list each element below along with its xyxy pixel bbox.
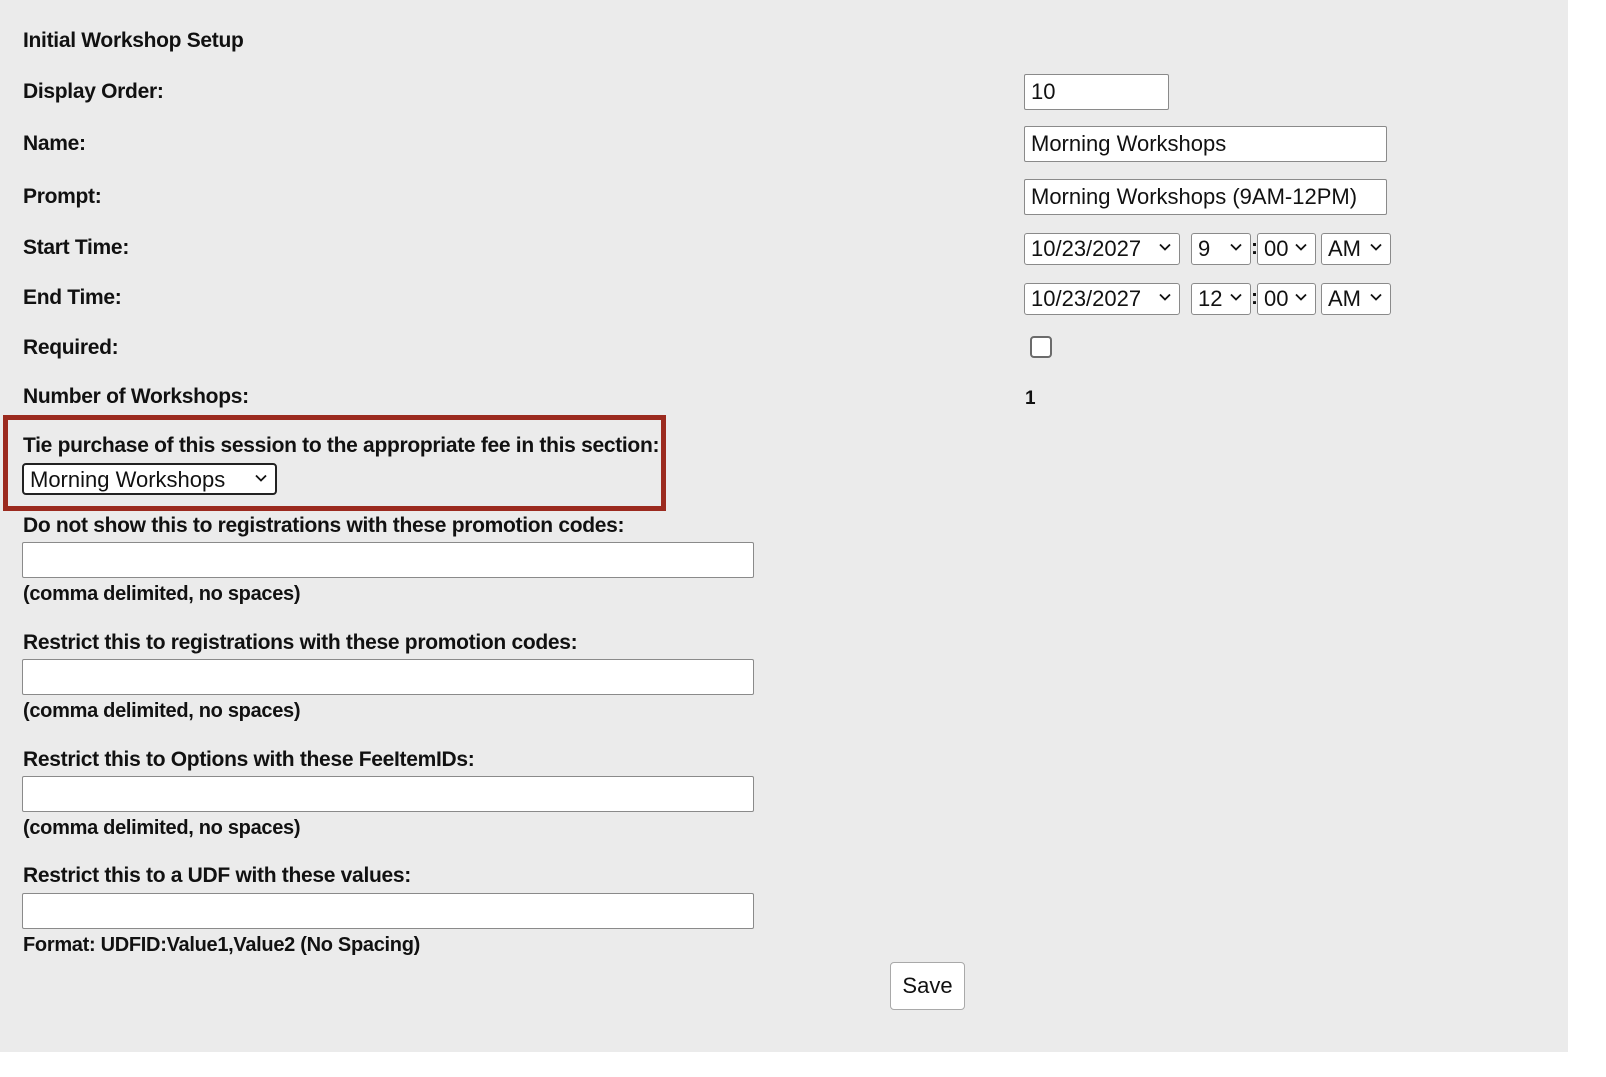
restrict-feeitems-hint: (comma delimited, no spaces) [23,817,301,839]
prompt-input[interactable] [1024,179,1387,215]
exclude-promo-hint: (comma delimited, no spaces) [23,583,301,605]
tie-purchase-value: Morning Workshops [30,467,226,492]
tie-purchase-select[interactable]: Morning Workshops [22,463,277,495]
restrict-promo-input[interactable] [22,659,754,695]
chevron-down-icon [1370,241,1382,253]
restrict-promo-label: Restrict this to registrations with thes… [23,631,578,654]
end-hour-value: 12 [1198,286,1223,311]
save-button[interactable]: Save [890,962,965,1010]
start-date-select[interactable]: 10/23/2027 [1024,233,1180,265]
end-ampm-value: AM [1328,286,1361,311]
display-order-input[interactable] [1024,74,1169,110]
restrict-promo-hint: (comma delimited, no spaces) [23,700,301,722]
start-date-value: 10/23/2027 [1031,236,1142,261]
restrict-feeitems-input[interactable] [22,776,754,812]
chevron-down-icon [1159,241,1171,253]
restrict-udf-input[interactable] [22,893,754,929]
end-hour-select[interactable]: 12 [1191,283,1251,315]
end-time-label: End Time: [23,286,122,309]
number-of-workshops-label: Number of Workshops: [23,385,249,408]
start-minute-value: 00 [1264,236,1289,261]
chevron-down-icon [1230,291,1242,303]
exclude-promo-input[interactable] [22,542,754,578]
number-of-workshops-value: 1 [1025,388,1036,409]
end-minute-value: 00 [1264,286,1289,311]
start-minute-select[interactable]: 00 [1257,233,1316,265]
start-time-label: Start Time: [23,236,130,259]
tie-purchase-label: Tie purchase of this session to the appr… [23,434,660,457]
display-order-label: Display Order: [23,80,164,103]
chevron-down-icon [1295,241,1307,253]
exclude-promo-label: Do not show this to registrations with t… [23,514,625,537]
end-ampm-select[interactable]: AM [1321,283,1391,315]
end-minute-select[interactable]: 00 [1257,283,1316,315]
required-label: Required: [23,336,119,359]
chevron-down-icon [1230,241,1242,253]
section-title: Initial Workshop Setup [23,29,244,52]
chevron-down-icon [255,472,267,484]
name-label: Name: [23,132,86,155]
start-hour-select[interactable]: 9 [1191,233,1251,265]
prompt-label: Prompt: [23,185,102,208]
start-ampm-value: AM [1328,236,1361,261]
start-ampm-select[interactable]: AM [1321,233,1391,265]
restrict-udf-label: Restrict this to a UDF with these values… [23,864,411,887]
end-date-value: 10/23/2027 [1031,286,1142,311]
start-hour-value: 9 [1198,236,1211,261]
end-date-select[interactable]: 10/23/2027 [1024,283,1180,315]
name-input[interactable] [1024,126,1387,162]
restrict-udf-hint: Format: UDFID:Value1,Value2 (No Spacing) [23,934,420,956]
required-checkbox[interactable] [1030,336,1052,358]
workshop-setup-panel: Initial Workshop Setup Display Order: Na… [0,0,1568,1052]
chevron-down-icon [1295,291,1307,303]
restrict-feeitems-label: Restrict this to Options with these FeeI… [23,748,475,771]
chevron-down-icon [1159,291,1171,303]
chevron-down-icon [1370,291,1382,303]
